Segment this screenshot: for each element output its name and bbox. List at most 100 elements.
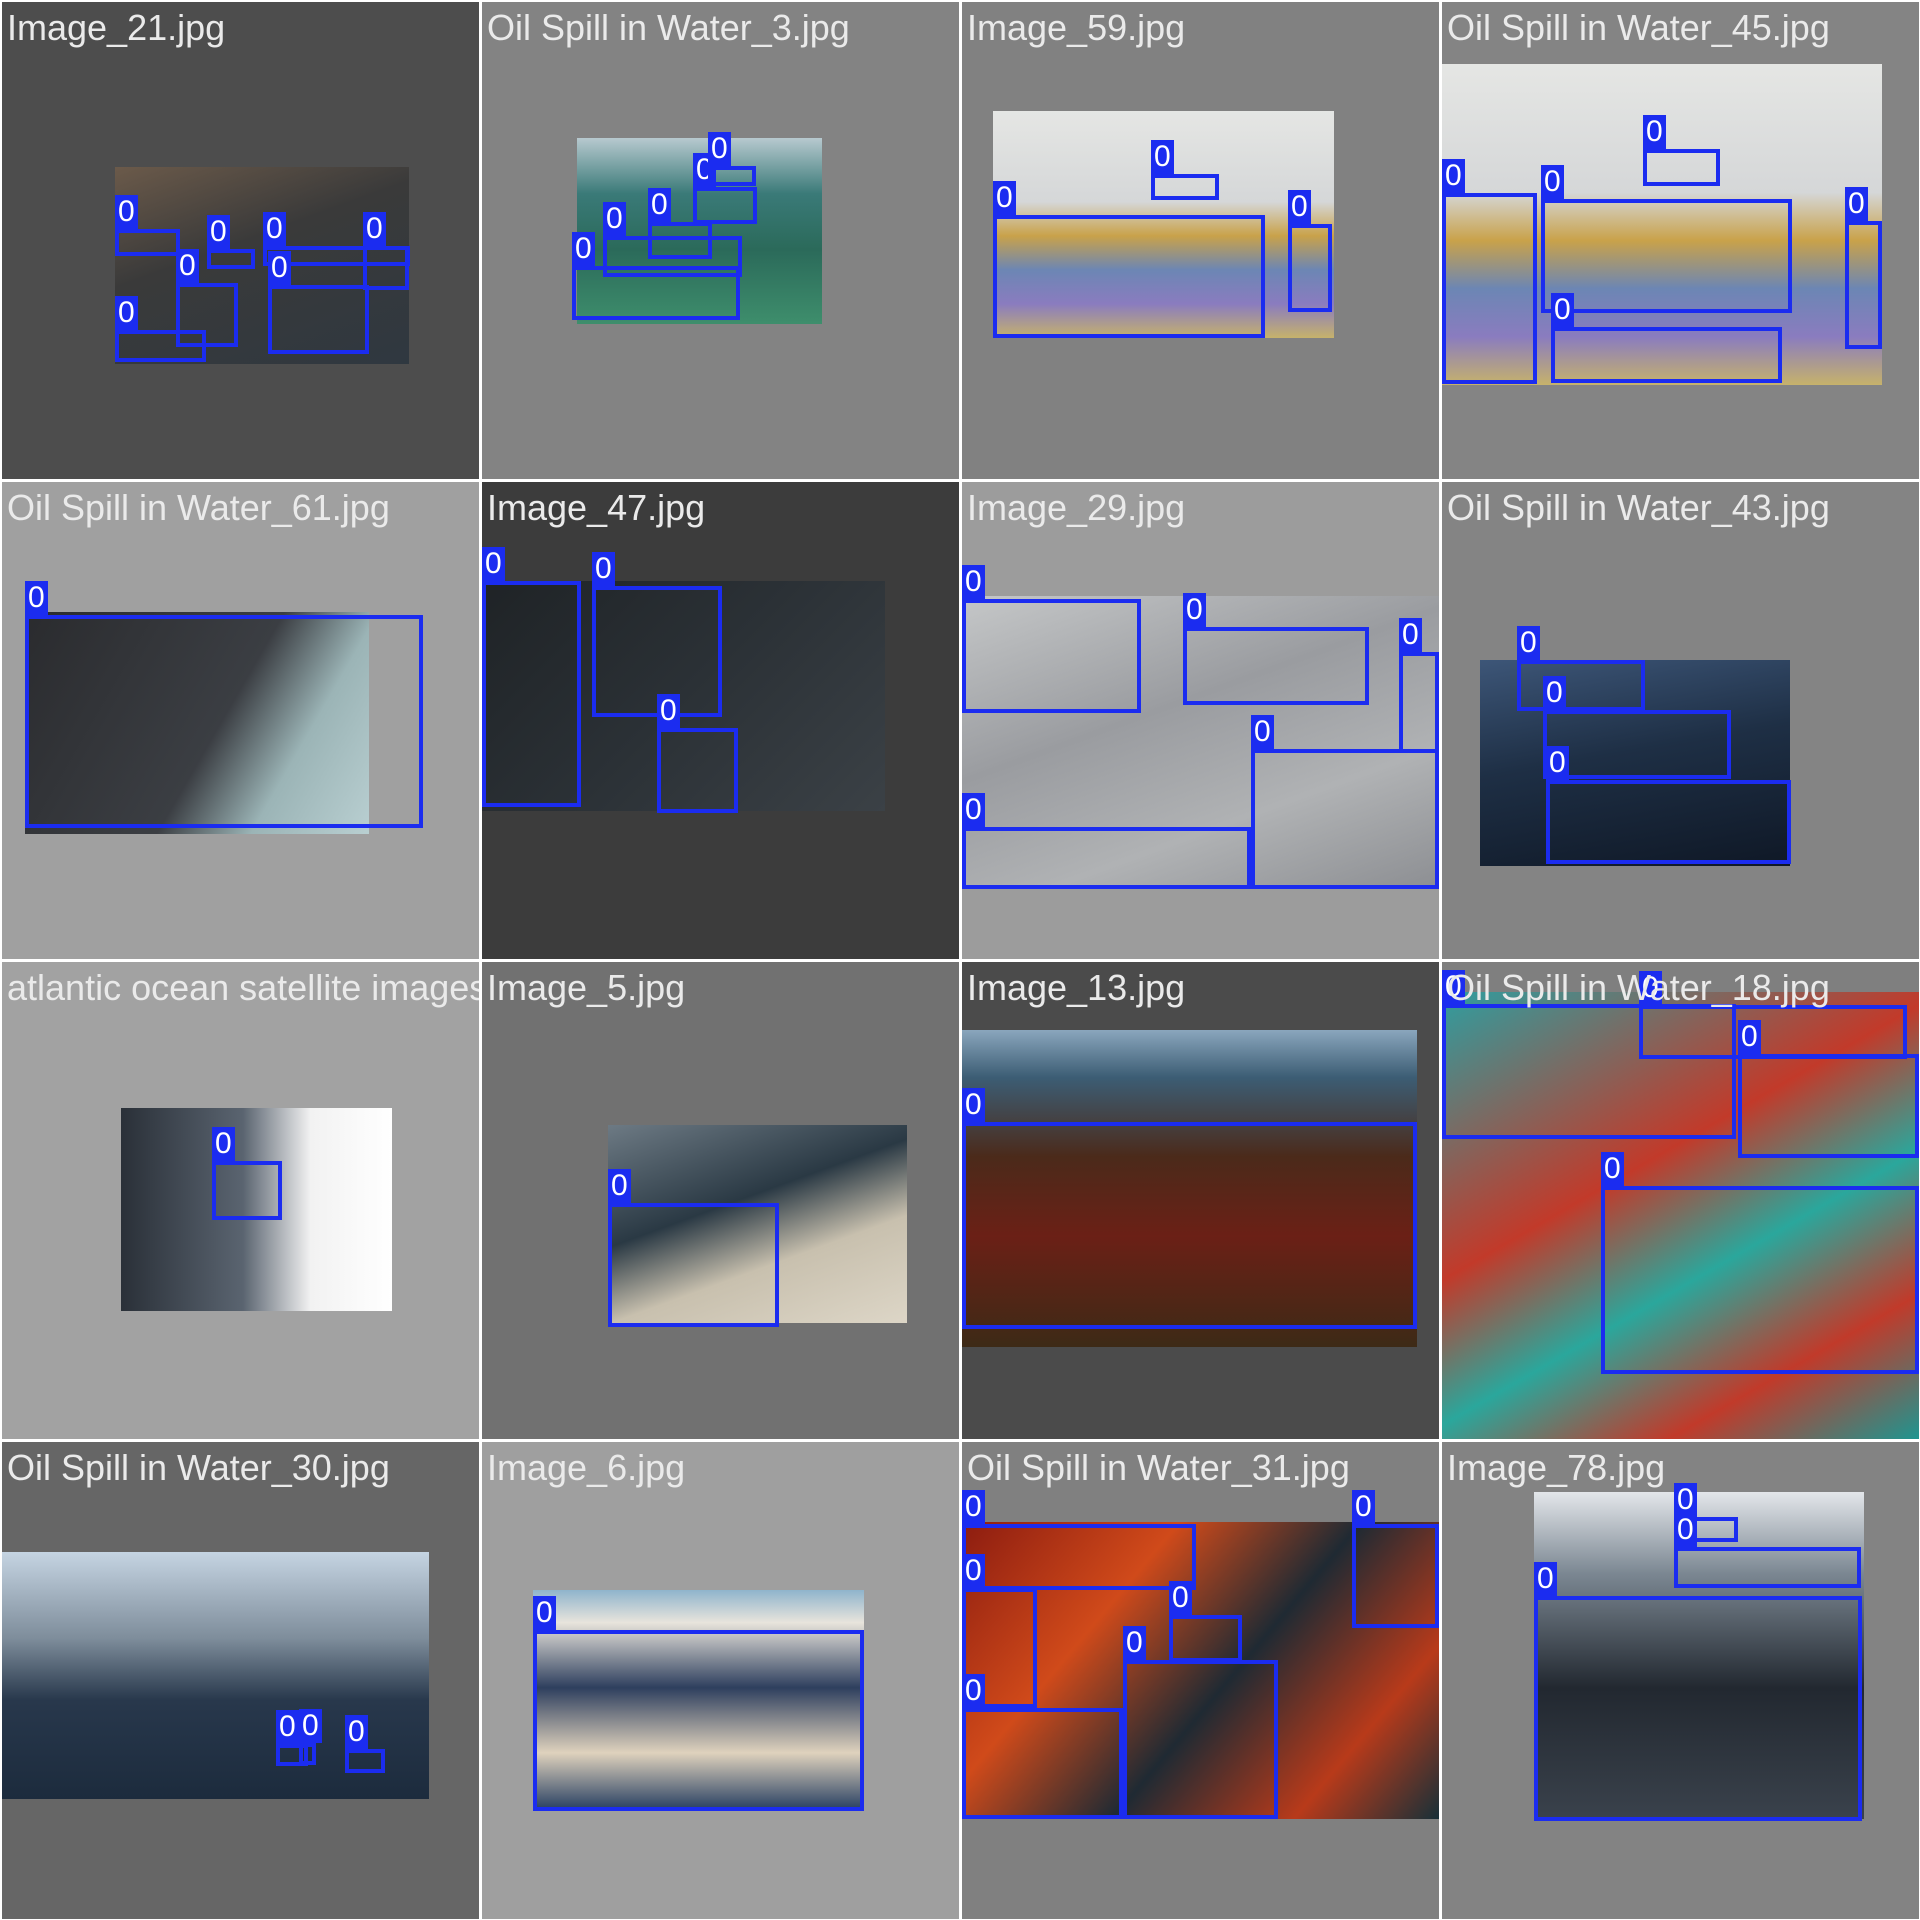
detection-box: 0	[993, 181, 1265, 338]
class-label: 0	[1288, 190, 1311, 224]
class-label: 0	[1251, 715, 1274, 749]
class-label: 0	[345, 1715, 368, 1749]
class-label: 0	[1183, 593, 1206, 627]
detection-box: 0	[962, 1490, 1196, 1590]
class-label: 0	[1534, 1562, 1557, 1596]
class-label: 0	[1738, 1020, 1761, 1054]
class-label: 0	[962, 793, 985, 827]
image-filename: Image_5.jpg	[487, 967, 686, 1008]
detection-box: 0	[1639, 971, 1907, 1059]
class-label: 0	[1123, 1626, 1146, 1660]
class-label: 0	[533, 1596, 556, 1630]
image-filename: Oil Spill in Water_31.jpg	[967, 1447, 1350, 1488]
class-label: 0	[962, 1674, 985, 1708]
image-filename: Oil Spill in Water_43.jpg	[1447, 487, 1830, 528]
detection-box: 0	[482, 547, 581, 807]
image-filename: Oil Spill in Water_45.jpg	[1447, 7, 1830, 48]
class-label: 0	[592, 552, 615, 586]
class-label: 0	[1399, 618, 1422, 652]
class-label: 0	[1169, 1581, 1192, 1615]
result-tile: 0 0 0 0 Oil Spill in Water_18.jpg	[1442, 962, 1919, 1439]
result-tile: 0 0 0 Oil Spill in Water_30.jpg	[2, 1442, 479, 1919]
image-filename: Image_29.jpg	[967, 487, 1186, 528]
detection-box: 0	[657, 694, 738, 813]
class-label: 0	[657, 694, 680, 728]
class-label: 0	[708, 132, 731, 166]
result-tile: 0 0 0 Image_47.jpg	[482, 482, 959, 959]
detection-box: 0	[115, 195, 180, 256]
image-filename: Oil Spill in Water_30.jpg	[7, 1447, 390, 1488]
class-label: 0	[1352, 1490, 1375, 1524]
detection-box: 0	[1551, 293, 1782, 383]
result-tile: 0 0 0 Oil Spill in Water_43.jpg	[1442, 482, 1919, 959]
image-filename: Oil Spill in Water_3.jpg	[487, 7, 850, 48]
class-label: 0	[276, 1710, 299, 1744]
image-filename: Image_6.jpg	[487, 1447, 686, 1488]
result-tile: 0 0 0 0 0 Image_29.jpg	[962, 482, 1439, 959]
detection-box: 0	[533, 1596, 864, 1811]
detection-box: 0	[1541, 165, 1792, 313]
result-tile: 0 0 0 0 0 Oil Spill in Water_3.jpg	[482, 2, 959, 479]
class-label: 0	[482, 547, 505, 581]
detection-box: 0	[207, 215, 255, 269]
detection-box: 0	[572, 232, 740, 320]
detection-box: 0	[1151, 140, 1219, 200]
class-label: 0	[1551, 293, 1574, 327]
result-tile: 0 Image_13.jpg	[962, 962, 1439, 1439]
class-label: 0	[648, 188, 671, 222]
class-label: 0	[1601, 1152, 1624, 1186]
class-label: 0	[363, 212, 386, 246]
detection-box: 0	[1169, 1581, 1242, 1662]
class-label: 0	[1674, 1513, 1697, 1547]
image-filename: Oil Spill in Water_18.jpg	[1447, 967, 1830, 1008]
class-label: 0	[263, 212, 286, 246]
result-tile: 0 Image_5.jpg	[482, 962, 959, 1439]
image-filename: atlantic ocean satellite images_4.jpg	[7, 967, 479, 1008]
result-tile: 0 0 0 Image_78.jpg	[1442, 1442, 1919, 1919]
result-tile: 0 Image_6.jpg	[482, 1442, 959, 1919]
image-filename: Image_13.jpg	[967, 967, 1186, 1008]
image-filename: Image_21.jpg	[7, 7, 226, 48]
detection-box: 0	[1534, 1562, 1862, 1821]
result-tile: 0 0 0 0 0 0 Oil Spill in Water_31.jpg	[962, 1442, 1439, 1919]
class-label: 0	[268, 251, 291, 285]
detection-box: 0	[1546, 746, 1791, 864]
image-filename: Image_78.jpg	[1447, 1447, 1666, 1488]
detection-box: 0	[1643, 115, 1720, 186]
class-label: 0	[299, 1709, 322, 1743]
detection-box: 0	[212, 1127, 282, 1220]
detection-box: 0	[363, 212, 409, 290]
detection-box: 0	[1399, 618, 1439, 753]
class-label: 0	[1517, 626, 1540, 660]
detection-box: 0	[608, 1169, 779, 1327]
detection-box: 0	[962, 1088, 1417, 1329]
class-label: 0	[962, 1554, 985, 1588]
detection-box: 0	[268, 251, 369, 354]
detection-box: 0	[1517, 626, 1645, 711]
detection-box: 0	[115, 296, 206, 362]
detection-box: 0	[25, 581, 423, 828]
detection-box: 0	[1183, 593, 1369, 705]
detection-box: 0	[1123, 1626, 1278, 1819]
detection-box: 0	[1288, 190, 1332, 312]
class-label: 0	[608, 1169, 631, 1203]
class-label: 0	[993, 181, 1016, 215]
class-label: 0	[115, 296, 138, 330]
result-tile: 0 0 0 Image_59.jpg	[962, 2, 1439, 479]
class-label: 0	[962, 565, 985, 599]
class-label: 0	[603, 202, 626, 236]
class-label: 0	[1541, 165, 1564, 199]
detection-box: 0	[299, 1709, 322, 1765]
class-label: 0	[176, 249, 199, 283]
class-label: 0	[1151, 140, 1174, 174]
class-label: 0	[115, 195, 138, 229]
class-label: 0	[572, 232, 595, 266]
class-label: 0	[962, 1088, 985, 1122]
detection-box: 0	[345, 1715, 385, 1773]
detection-box: 0	[1352, 1490, 1439, 1628]
image-filename: Image_59.jpg	[967, 7, 1186, 48]
detection-box: 0	[708, 132, 756, 186]
class-label: 0	[1674, 1483, 1697, 1517]
detection-box: 0	[1601, 1152, 1919, 1374]
image-filename: Oil Spill in Water_61.jpg	[7, 487, 390, 528]
